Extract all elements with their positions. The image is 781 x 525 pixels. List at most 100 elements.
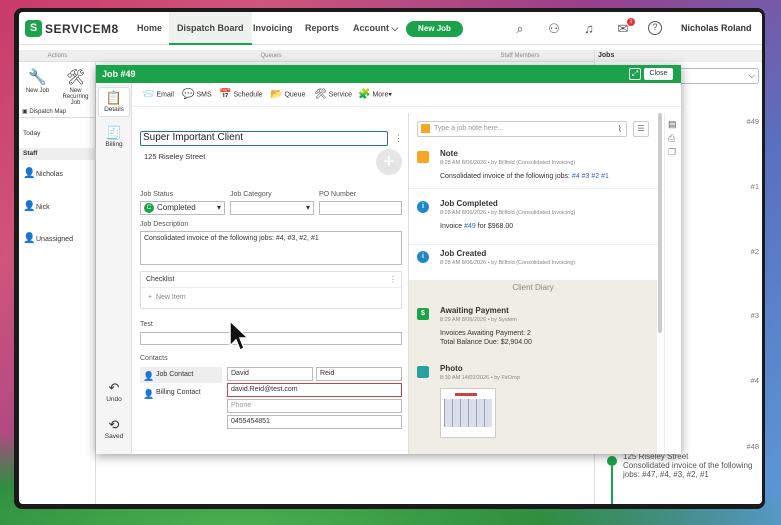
person-icon: 👤 xyxy=(143,371,155,381)
contacts-label: Contacts xyxy=(140,355,168,362)
queue-label: Queue xyxy=(284,91,306,99)
new-recurring-job-tool[interactable]: 🛠 New Recurring Job xyxy=(57,68,94,106)
info-icon: i xyxy=(417,201,429,213)
help-icon[interactable]: ? xyxy=(648,21,662,35)
contact-phone-input[interactable]: Phone xyxy=(227,399,402,413)
nav-home[interactable]: Home xyxy=(129,12,170,45)
photo-thumbnail[interactable] xyxy=(440,388,496,438)
billing-contact-tab[interactable]: 👤 Billing Contact xyxy=(140,385,222,401)
note-item[interactable]: i Job Created 8:28 AM 8/06/2026 • by Billf… xyxy=(409,245,657,280)
paperclip-icon[interactable]: ⌇ xyxy=(618,122,622,136)
inbox-badge: 1 xyxy=(627,18,635,26)
staff-nicholas[interactable]: 👤Nicholas xyxy=(23,168,63,180)
search-icon[interactable]: ⌕ xyxy=(512,21,528,37)
notes-scrollbar[interactable] xyxy=(658,113,662,333)
contact-last-name[interactable]: Reid xyxy=(316,367,402,381)
money-icon: $ xyxy=(417,308,429,320)
logo-text: SERVICEM8 xyxy=(45,22,119,36)
client-name-input[interactable]: Super Important Client xyxy=(140,131,388,146)
map-icon: ▣ xyxy=(22,109,28,115)
job-category-label: Job Category xyxy=(230,191,272,198)
user-menu[interactable]: Nicholas Roland xyxy=(681,12,752,45)
note-job-refs[interactable]: #4 #3 #2 #1 xyxy=(572,173,609,180)
undo-label: Undo xyxy=(106,396,122,403)
job-note-input[interactable]: Type a job note here... ⌇ xyxy=(417,121,627,137)
diary-meta: 8:30 AM 14/03/2026 • by FirDrop xyxy=(440,375,520,381)
avatar-icon: 👤 xyxy=(23,201,36,212)
note-icon xyxy=(417,151,429,163)
more-button[interactable]: 🧩 More▾ xyxy=(358,89,392,100)
add-contact-icon[interactable]: + xyxy=(376,149,402,175)
nav-reports[interactable]: Reports xyxy=(297,12,347,45)
staff-nick[interactable]: 👤Nick xyxy=(23,201,50,213)
service-button[interactable]: 🛠 Service xyxy=(314,89,352,100)
sticky-note-icon xyxy=(421,124,430,133)
timeline-dot xyxy=(607,456,617,466)
job-status-value: Completed xyxy=(157,203,196,212)
expand-icon[interactable]: ⤢ xyxy=(629,68,641,80)
more-icon: 🧩 xyxy=(358,89,371,100)
jobs-filter-select[interactable]: ⌵ xyxy=(675,68,759,84)
left-panel: 🔧 New Job 🛠 New Recurring Job ▣ Dispatch M… xyxy=(19,62,96,504)
new-job-button[interactable]: New Job xyxy=(406,21,463,37)
po-number-input[interactable] xyxy=(319,201,402,215)
note-item[interactable]: i Job Completed 8:28 AM 8/06/2026 • by Bil… xyxy=(409,195,657,245)
copy-icon[interactable]: ❐ xyxy=(668,147,676,158)
job-category-select[interactable]: ▾ xyxy=(230,201,314,215)
billing-tab[interactable]: 🧾 Billing xyxy=(98,125,130,148)
close-button[interactable]: Close xyxy=(644,68,673,80)
print-icon[interactable]: ⎙ xyxy=(668,133,675,144)
photo-marker xyxy=(455,393,477,396)
filter-icon[interactable]: ☰ xyxy=(633,121,649,137)
new-job-tool[interactable]: 🔧 New Job xyxy=(19,68,56,94)
sms-button[interactable]: 💬 SMS xyxy=(182,89,212,100)
diary-item[interactable]: Photo 8:30 AM 14/03/2026 • by FirDrop xyxy=(409,360,657,454)
job-description-textarea[interactable]: Consolidated invoice of the following jo… xyxy=(140,231,402,265)
wrench-plus-icon: 🔧 xyxy=(28,69,47,86)
contact-first-name[interactable]: David xyxy=(227,367,313,381)
undo-icon: ↶ xyxy=(108,380,120,395)
staff-unassigned[interactable]: 👤Unassigned xyxy=(23,233,73,245)
right-icon-strip: ▤ ⎙ ❐ xyxy=(664,113,681,454)
note-meta: 8:28 AM 8/06/2026 • by Billfold (Consoli… xyxy=(440,210,576,216)
nav-invoicing[interactable]: Invoicing xyxy=(245,12,301,45)
email-label: Email xyxy=(156,91,174,99)
job-status-select[interactable]: C Completed ▾ xyxy=(140,201,225,215)
people-icon[interactable]: ⚇ xyxy=(546,21,562,37)
job-contact-tab[interactable]: 👤 Job Contact xyxy=(140,367,222,383)
panel-icon[interactable]: ▤ xyxy=(668,119,677,130)
nav-dispatch-board[interactable]: Dispatch Board xyxy=(169,12,252,45)
new-checklist-item[interactable]: + New Item xyxy=(148,294,186,301)
test-input[interactable] xyxy=(140,332,402,345)
invoice-link[interactable]: #49 xyxy=(464,223,476,230)
contact-mobile-input[interactable]: 0455454851 xyxy=(227,415,402,429)
kebab-icon[interactable]: ⋮ xyxy=(394,133,403,144)
job-toolbar: 📨 Email 💬 SMS 📅 Schedule 📂 Queue 🛠 Service 🧩 M… xyxy=(132,83,681,107)
new-recurring-label: New Recurring Job xyxy=(62,88,89,106)
chevron-down-icon: ⌵ xyxy=(391,23,399,33)
actions-header: Actions xyxy=(19,50,96,62)
app-window: S SERVICEM8 Home Dispatch Board Invoicin… xyxy=(19,12,762,504)
contact-email-input[interactable]: david.Reid@test.com xyxy=(227,383,402,397)
diary-item[interactable]: $ Awaiting Payment 8:29 AM 8/06/2026 • by … xyxy=(409,302,657,352)
queue-button[interactable]: 📂 Queue xyxy=(270,89,305,100)
email-button[interactable]: 📨 Email xyxy=(142,89,174,100)
job-line: Consolidated invoice of the following xyxy=(623,461,753,470)
tab-dispatch-map[interactable]: ▣ Dispatch Map xyxy=(19,109,66,115)
details-tab[interactable]: 📋 Details xyxy=(98,87,130,117)
note-item[interactable]: Note 8:28 AM 8/06/2026 • by Billfold (Con… xyxy=(409,145,657,189)
today-label[interactable]: Today xyxy=(19,130,96,137)
note-body-prefix: Invoice xyxy=(440,223,465,230)
note-body-text: Consolidated invoice of the following jo… xyxy=(440,173,570,180)
divider xyxy=(141,287,401,288)
job-number: #3 xyxy=(750,311,759,320)
nav-account[interactable]: Account ⌵ xyxy=(345,12,406,45)
schedule-button[interactable]: 📅 Schedule xyxy=(219,89,263,100)
bell-icon[interactable]: ♫ xyxy=(581,21,597,37)
kebab-icon[interactable]: ⋮ xyxy=(389,275,397,284)
caret-down-icon: ▾ xyxy=(305,203,310,212)
job-number: #1 xyxy=(750,182,759,191)
client-diary-header: Client Diary xyxy=(512,283,554,292)
undo-button[interactable]: ↶ Undo xyxy=(98,380,130,403)
avatar-icon: 👤 xyxy=(23,233,36,244)
